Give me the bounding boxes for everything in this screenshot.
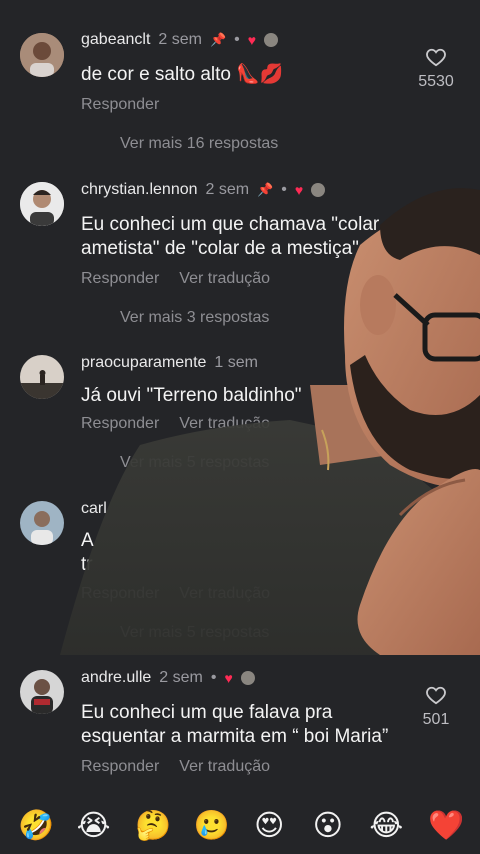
avatar[interactable]	[20, 355, 64, 399]
heart-outline-icon	[426, 48, 446, 67]
reply-button[interactable]: Responder	[81, 758, 159, 776]
view-more-replies[interactable]: Ver mais 3 respostas	[120, 309, 269, 327]
thinking-emoji-icon[interactable]: 🤔	[135, 808, 171, 842]
view-more-replies[interactable]: Ver mais 16 respostas	[120, 135, 278, 153]
comment-text: Eu conheci um que chamava "colar de amet…	[81, 214, 406, 259]
username[interactable]: andre.ulle	[81, 669, 151, 687]
comment-header: chrystian.lennon 2 sem 📌 • ♥	[81, 181, 326, 199]
comment-text: Eu conheci um que falava pra esquentar a…	[81, 702, 389, 747]
comment-header: andre.ulle 2 sem • ♥	[81, 669, 255, 687]
creator-liked-heart-icon: ♥	[294, 182, 304, 198]
heart-eyes-emoji-icon[interactable]: 😍	[252, 808, 286, 842]
reply-button[interactable]: Responder	[81, 96, 159, 114]
comment-header: gabeanclt 2 sem 📌 • ♥	[81, 31, 279, 49]
creator-avatar-icon	[311, 183, 326, 197]
view-more-replies[interactable]: Ver mais 5 respostas	[120, 454, 269, 472]
tears-of-joy-emoji-icon[interactable]: 😂	[369, 808, 403, 842]
timestamp: 2 sem	[159, 669, 203, 686]
reply-button[interactable]: Responder	[81, 585, 159, 603]
like-count: 501	[422, 711, 450, 728]
comment-actions: Responder Ver tradução	[81, 585, 270, 603]
avatar[interactable]	[20, 33, 64, 77]
teary-smile-emoji-icon[interactable]: 🥲	[194, 808, 230, 842]
pin-icon: 📌	[257, 182, 274, 197]
translate-button[interactable]: Ver tradução	[179, 415, 270, 433]
comment-actions: Responder Ver tradução	[81, 270, 270, 288]
comment-text: A	[81, 530, 94, 551]
creator-avatar-icon	[264, 33, 279, 47]
avatar[interactable]	[20, 182, 64, 226]
comment-text: de cor e salto alto 👠💋	[81, 64, 284, 85]
like-button[interactable]: 5530	[406, 47, 466, 91]
heart-outline-icon	[426, 686, 446, 705]
translate-button[interactable]: Ver tradução	[179, 758, 270, 776]
like-button[interactable]: 501	[406, 685, 466, 729]
timestamp: 2 sem	[205, 181, 250, 198]
comment-actions: Responder Ver tradução	[81, 415, 270, 433]
comment-actions: Responder Ver tradução	[81, 758, 270, 776]
creator-liked-heart-icon: ♥	[224, 670, 233, 686]
creator-liked-heart-icon: ♥	[247, 32, 257, 48]
pin-icon: 📌	[209, 32, 227, 47]
emoji-quick-bar: 🤣 😭 🤔 🥲 😍 😮 😂 ❤️	[0, 796, 480, 854]
crying-emoji-icon[interactable]: 😭	[77, 808, 111, 842]
avatar[interactable]	[20, 670, 64, 714]
avatar[interactable]	[20, 501, 64, 545]
translate-button[interactable]: Ver tradução	[179, 585, 270, 603]
reply-button[interactable]: Responder	[81, 270, 159, 288]
username[interactable]: chrystian.lennon	[81, 181, 198, 199]
comment-text: Já ouvi "Terreno baldinho"	[81, 385, 302, 406]
red-heart-emoji-icon[interactable]: ❤️	[428, 808, 464, 842]
comment-actions: Responder	[81, 96, 159, 114]
like-count: 5530	[418, 73, 454, 90]
username[interactable]: praocuparamente	[81, 354, 206, 372]
view-more-replies[interactable]: Ver mais 5 respostas	[120, 624, 269, 642]
surprised-emoji-icon[interactable]: 😮	[311, 808, 345, 842]
translate-button[interactable]: Ver tradução	[179, 270, 270, 288]
comment-text-line: tr	[81, 554, 93, 575]
timestamp: 2 sem	[158, 31, 202, 48]
timestamp: 1 sem	[214, 354, 258, 371]
rofl-emoji-icon[interactable]: 🤣	[18, 808, 54, 842]
comment-header: praocuparamente 1 sem	[81, 354, 258, 372]
comment-header: carl	[81, 500, 107, 518]
creator-avatar-icon	[240, 671, 255, 685]
username[interactable]: carl	[81, 500, 107, 518]
reply-button[interactable]: Responder	[81, 415, 159, 433]
username[interactable]: gabeanclt	[81, 31, 150, 49]
